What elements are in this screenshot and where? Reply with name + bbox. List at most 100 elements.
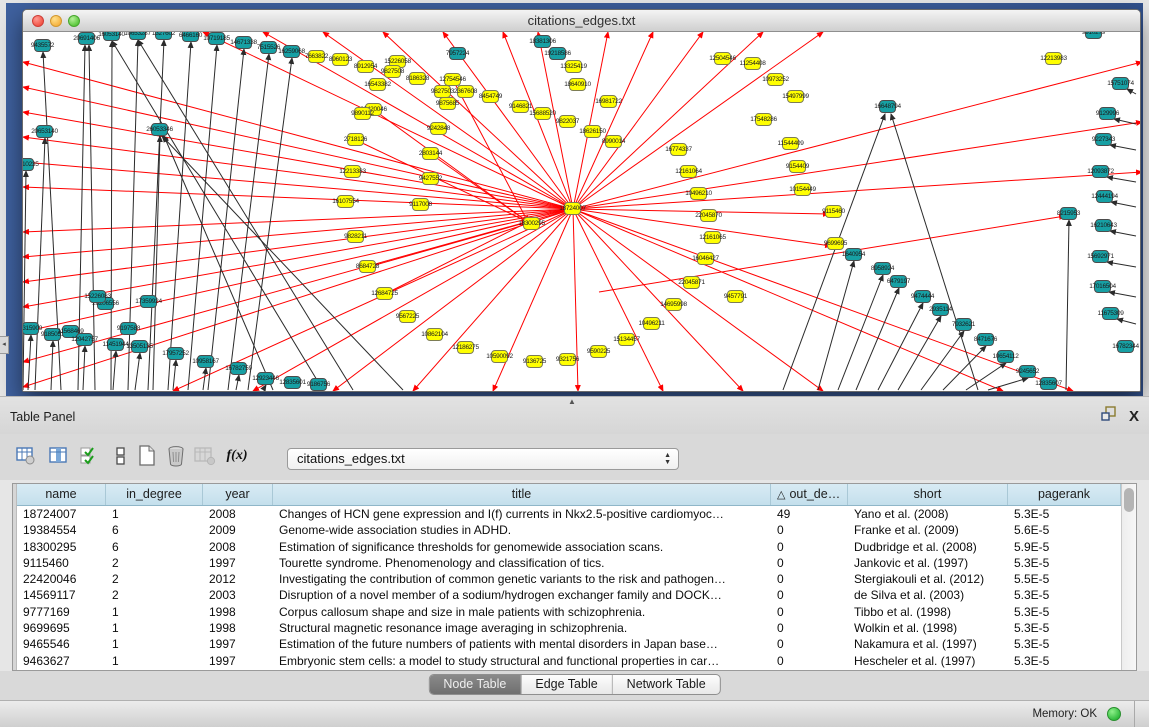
- table-cell[interactable]: 22420046: [17, 571, 106, 587]
- graph-node[interactable]: 16053140: [103, 32, 120, 41]
- table-cell[interactable]: Yano et al. (2008): [848, 506, 1008, 522]
- function-builder-icon[interactable]: f(x): [224, 442, 250, 470]
- graph-node[interactable]: 7932621: [955, 318, 972, 331]
- graph-edge[interactable]: [1117, 319, 1136, 324]
- graph-node[interactable]: 20691406: [78, 32, 95, 45]
- close-traffic-light[interactable]: [32, 15, 44, 27]
- table-cell[interactable]: 2: [106, 587, 203, 603]
- graph-node[interactable]: 6479197: [890, 275, 907, 288]
- graph-node[interactable]: 12923446: [257, 372, 274, 385]
- column-header-short[interactable]: short: [848, 484, 1008, 505]
- table-cell[interactable]: Changes of HCN gene expression and I(f) …: [273, 506, 771, 522]
- table-cell[interactable]: Genome-wide association studies in ADHD.: [273, 522, 771, 538]
- graph-node[interactable]: 9474444: [914, 290, 931, 303]
- graph-edge[interactable]: [573, 122, 1140, 209]
- float-panel-icon[interactable]: [1101, 406, 1117, 426]
- graph-edge[interactable]: [112, 41, 323, 390]
- graph-edge[interactable]: [1127, 89, 1136, 94]
- graph-edge[interactable]: [23, 171, 26, 390]
- graph-edge[interactable]: [173, 360, 176, 390]
- table-cell[interactable]: Estimation of significance thresholds fo…: [273, 539, 771, 555]
- graph-node[interactable]: 15692971: [1092, 250, 1109, 263]
- graph-edge[interactable]: [23, 62, 573, 209]
- graph-node[interactable]: 16210643: [1095, 219, 1112, 232]
- table-cell[interactable]: 1: [106, 653, 203, 669]
- table-cell[interactable]: 1998: [203, 620, 273, 636]
- graph-node[interactable]: 12942757: [76, 333, 93, 346]
- graph-edge[interactable]: [838, 275, 883, 390]
- tab-network-table[interactable]: Network Table: [613, 675, 720, 694]
- graph-edge[interactable]: [23, 209, 573, 332]
- graph-node[interactable]: 11254408: [744, 57, 761, 70]
- graph-node[interactable]: 11544409: [782, 137, 799, 150]
- table-cell[interactable]: Corpus callosum shape and size in male p…: [273, 604, 771, 620]
- graph-node[interactable]: 10958167: [197, 355, 214, 368]
- graph-edge[interactable]: [383, 32, 573, 209]
- graph-node[interactable]: 10973252: [767, 73, 784, 86]
- table-cell[interactable]: 2008: [203, 506, 273, 522]
- graph-node[interactable]: 8990014: [605, 135, 622, 148]
- graph-edge[interactable]: [28, 335, 31, 390]
- graph-edge[interactable]: [1107, 177, 1136, 182]
- table-cell[interactable]: 9115460: [17, 555, 106, 571]
- graph-node[interactable]: 12835607: [1040, 377, 1057, 390]
- graph-edge[interactable]: [898, 316, 941, 390]
- minimize-traffic-light[interactable]: [50, 15, 62, 27]
- table-cell[interactable]: 5.6E-5: [1008, 522, 1121, 538]
- table-cell[interactable]: Nakamura et al. (1997): [848, 636, 1008, 652]
- graph-node[interactable]: 10653287: [129, 32, 146, 40]
- graph-node[interactable]: 9129996: [1099, 107, 1116, 120]
- graph-node[interactable]: 9242848: [430, 122, 447, 135]
- table-cell[interactable]: 5.3E-5: [1008, 555, 1121, 571]
- table-cell[interactable]: Stergiakouli et al. (2012): [848, 571, 1008, 587]
- graph-edge[interactable]: [988, 378, 1028, 390]
- new-column-icon[interactable]: [134, 442, 160, 470]
- tab-edge-table[interactable]: Edge Table: [521, 675, 612, 694]
- graph-node[interactable]: 10154449: [794, 183, 811, 196]
- graph-edge[interactable]: [368, 222, 528, 267]
- graph-node[interactable]: 14671338: [235, 36, 252, 49]
- graph-node[interactable]: 9186756: [310, 378, 327, 391]
- graph-edge[interactable]: [385, 222, 528, 294]
- graph-node[interactable]: 1327602: [155, 32, 172, 40]
- column-header-out_de[interactable]: △out_de…: [771, 484, 848, 505]
- graph-node[interactable]: 16774337: [670, 143, 687, 156]
- graph-edge[interactable]: [135, 353, 140, 390]
- table-row[interactable]: 1830029562008Estimation of significance …: [17, 539, 1121, 555]
- graph-node[interactable]: 13505135: [131, 340, 148, 353]
- graph-node[interactable]: 17016504: [1094, 280, 1111, 293]
- graph-node[interactable]: 17359924: [140, 295, 157, 308]
- graph-node[interactable]: 9590225: [590, 345, 607, 358]
- table-cell[interactable]: 1: [106, 620, 203, 636]
- graph-node[interactable]: 9699695: [827, 237, 844, 250]
- table-cell[interactable]: 14569117: [17, 587, 106, 603]
- graph-node[interactable]: 16981722: [600, 95, 617, 108]
- table-cell[interactable]: 6: [106, 522, 203, 538]
- graph-node[interactable]: 8454749: [482, 90, 499, 103]
- graph-node[interactable]: 9875685: [439, 97, 456, 110]
- graph-node[interactable]: 12161065: [704, 231, 721, 244]
- graph-node[interactable]: 9146821: [512, 100, 529, 113]
- table-cell[interactable]: 0: [771, 555, 848, 571]
- graph-node[interactable]: 18640910: [569, 78, 586, 91]
- table-cell[interactable]: Investigating the contribution of common…: [273, 571, 771, 587]
- table-row[interactable]: 1872400712008Changes of HCN gene express…: [17, 506, 1121, 522]
- table-cell[interactable]: 5.3E-5: [1008, 636, 1121, 652]
- graph-edge[interactable]: [573, 209, 1073, 391]
- graph-node[interactable]: 9227343: [1095, 133, 1112, 146]
- graph-node[interactable]: 9315909: [23, 322, 39, 335]
- graph-node[interactable]: 9427552: [422, 172, 439, 185]
- table-cell[interactable]: 9465546: [17, 636, 106, 652]
- table-cell[interactable]: Tibbo et al. (1998): [848, 604, 1008, 620]
- graph-node[interactable]: 12444194: [1096, 190, 1113, 203]
- graph-edge[interactable]: [1066, 220, 1069, 390]
- graph-edge[interactable]: [113, 351, 116, 390]
- graph-node[interactable]: 18300295: [523, 217, 540, 230]
- table-cell[interactable]: Franke et al. (2009): [848, 522, 1008, 538]
- table-mode-icon[interactable]: [13, 442, 39, 470]
- graph-node[interactable]: 12161064: [680, 165, 697, 178]
- table-cell[interactable]: 0: [771, 587, 848, 603]
- graph-node[interactable]: 7515526: [260, 41, 277, 54]
- table-cell[interactable]: 5.3E-5: [1008, 620, 1121, 636]
- table-row[interactable]: 1938455462009Genome-wide association stu…: [17, 522, 1121, 538]
